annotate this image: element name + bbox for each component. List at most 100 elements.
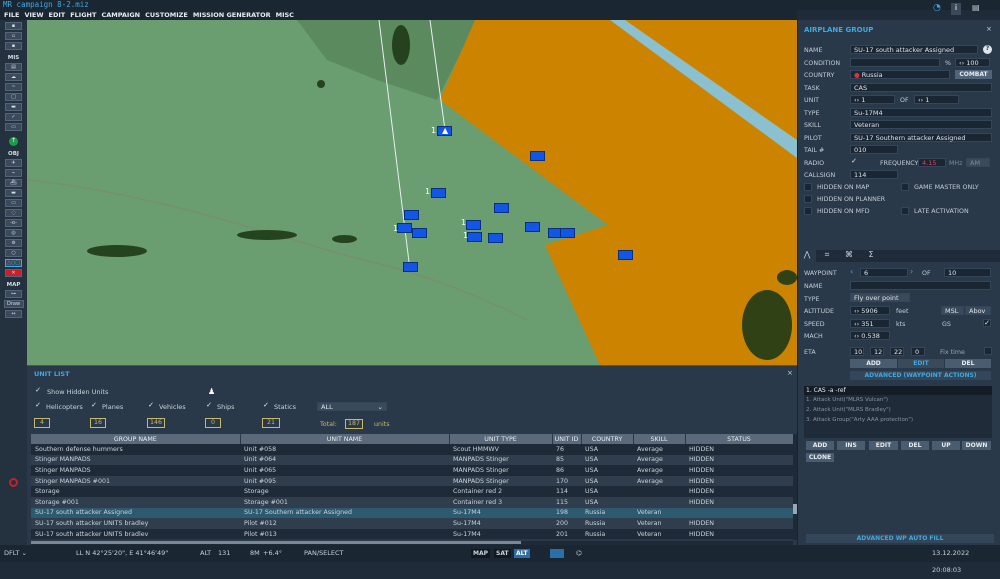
ruler-icon[interactable]: ⊶ <box>5 290 22 298</box>
game-master-only-checkbox[interactable] <box>901 183 909 191</box>
eta-minutes[interactable]: 12 <box>870 347 884 356</box>
unit-marker[interactable] <box>412 228 427 238</box>
tab-payload-icon[interactable]: ⌘ <box>840 250 858 262</box>
advanced-waypoint-actions-button[interactable]: ADVANCED (WAYPOINT ACTIONS) <box>850 371 991 380</box>
menu-campaign[interactable]: CAMPAIGN <box>101 10 140 20</box>
task-select[interactable]: CAS <box>850 83 992 92</box>
unit-marker[interactable] <box>431 188 446 198</box>
unit-marker[interactable] <box>618 250 633 260</box>
sam-unit-marker[interactable] <box>466 220 481 230</box>
unit-stepper[interactable]: ‹› 1 <box>850 95 895 104</box>
hidden-on-planner-checkbox[interactable] <box>804 195 812 203</box>
country-select[interactable]: ● Russia <box>850 70 950 79</box>
advanced-wp-auto-fill-button[interactable]: ADVANCED WP AUTO FILL <box>806 534 994 543</box>
action-item[interactable]: 2. Attack Unit("MLRS Bradley") <box>804 405 992 415</box>
tail-input[interactable]: 010 <box>850 145 898 154</box>
fix-time-checkbox[interactable] <box>984 347 992 355</box>
menu-flight[interactable]: FLIGHT <box>70 10 96 20</box>
zone-icon[interactable]: □ <box>5 93 22 101</box>
person-icon[interactable]: ♟ <box>208 387 215 396</box>
close-icon[interactable]: × <box>986 25 992 33</box>
action-add-button[interactable]: ADD <box>806 441 834 450</box>
type-select[interactable]: Su-17M4 <box>850 108 992 117</box>
menu-mission-generator[interactable]: MISSION GENERATOR <box>193 10 271 20</box>
info-icon[interactable]: i <box>951 3 961 15</box>
alt-ref-select[interactable]: MSL <box>941 306 964 315</box>
hidden-on-mfd-checkbox[interactable] <box>804 207 812 215</box>
skill-select[interactable]: Veteran <box>850 120 992 129</box>
helicopter-icon[interactable]: ⌁ <box>5 169 22 177</box>
tab-triggers-icon[interactable]: ⌗ <box>818 250 836 262</box>
delete-icon[interactable]: ✕ <box>5 269 22 277</box>
menu-misc[interactable]: MISC <box>276 10 294 20</box>
frequency-input[interactable]: 4.15 <box>918 158 946 167</box>
action-item[interactable]: 1. CAS -a -ref <box>804 386 992 395</box>
actions-list[interactable]: 1. CAS -a -ref 1. Attack Unit("MLRS Vulc… <box>804 386 992 438</box>
goals-icon[interactable]: ▬ <box>5 103 22 111</box>
action-item[interactable]: 1. Attack Unit("MLRS Vulcan") <box>804 395 992 405</box>
shapes-icon[interactable]: △○□ <box>5 259 22 267</box>
filter-statics-checkbox[interactable]: ✓ <box>262 402 270 410</box>
action-edit-button[interactable]: EDIT <box>869 441 898 450</box>
template-icon[interactable]: ◌ <box>5 209 22 217</box>
eta-hours[interactable]: 10 <box>850 347 864 356</box>
tab-route-icon[interactable]: ⋀ <box>798 250 816 262</box>
unit-marker[interactable] <box>560 228 575 238</box>
action-down-button[interactable]: DOWN <box>962 441 991 450</box>
target-icon[interactable]: ⊚ <box>5 239 22 247</box>
sam-unit-marker[interactable] <box>494 203 509 213</box>
modulation-select[interactable]: AM <box>966 158 990 167</box>
group-name-input[interactable]: SU-17 south attacker Assigned <box>850 45 978 54</box>
table-row[interactable]: Stinger MANPADS Unit #064 MANPADS Stinger 8… <box>31 454 793 466</box>
action-clone-button[interactable]: CLONE <box>806 453 834 462</box>
map-view-button[interactable]: MAP <box>471 549 491 558</box>
ship-icon[interactable]: ⛴ <box>5 179 22 187</box>
late-activation-checkbox[interactable] <box>901 207 909 215</box>
briefing-icon[interactable]: ▤ <box>5 63 22 71</box>
circle-zone-icon[interactable]: ◎ <box>5 229 22 237</box>
unit-total-stepper[interactable]: ‹› 1 <box>914 95 959 104</box>
action-item[interactable]: 3. Attack Group("Arty AAA protection") <box>804 415 992 425</box>
open-file-icon[interactable]: ▫ <box>5 32 22 40</box>
eta-seconds[interactable]: 22 <box>890 347 904 356</box>
layers-icon[interactable] <box>550 549 564 558</box>
unit-marker[interactable] <box>404 210 419 220</box>
coalition-select[interactable]: ALL ⌄ <box>317 402 387 411</box>
column-header[interactable]: COUNTRY <box>581 434 634 444</box>
table-row[interactable]: Southern defense hummers Unit #058 Scout H… <box>31 444 793 455</box>
condition-stepper[interactable]: ‹› 100 <box>955 58 990 67</box>
settings-icon[interactable]: ⌬ <box>576 545 582 562</box>
radio-checkbox[interactable]: ✓ <box>850 158 858 166</box>
callsign-input[interactable]: 114 <box>850 170 898 179</box>
airplane-unit-marker[interactable]: ▲ <box>437 126 452 136</box>
wp-edit-button[interactable]: EDIT <box>898 359 944 368</box>
show-hidden-checkbox[interactable]: ✓ <box>34 387 42 395</box>
gs-checkbox[interactable]: ✓ <box>983 319 991 327</box>
filter-planes-checkbox[interactable]: ✓ <box>90 402 98 410</box>
help-icon[interactable]: ? <box>983 45 992 54</box>
action-ins-button[interactable]: INS <box>837 441 865 450</box>
unit-marker[interactable] <box>397 223 412 233</box>
combat-button[interactable]: COMBAT <box>955 70 992 79</box>
action-del-button[interactable]: DEL <box>901 441 929 450</box>
table-row[interactable]: Stinger MANPADS #001 Unit #095 MANPADS Sti… <box>31 475 793 487</box>
table-row[interactable]: SU-17 south attacker UNITS bradley Pilot … <box>31 518 793 529</box>
table-row[interactable]: Storage #001 Storage #001 Container red 31… <box>31 496 793 508</box>
waypoint-select[interactable]: 6 <box>860 268 908 277</box>
alt-mode-select[interactable]: Abov <box>965 306 991 315</box>
map-view[interactable]: ▲ 1 1 1 1 1 <box>27 20 797 365</box>
hidden-on-map-checkbox[interactable] <box>804 183 812 191</box>
table-row[interactable]: SU-17 south attacker UNITS bradlev Pilot … <box>31 528 793 540</box>
column-header[interactable]: UNIT NAME <box>240 434 450 444</box>
altitude-stepper[interactable]: ‹› 5906 <box>850 306 890 315</box>
power-icon[interactable] <box>9 478 18 487</box>
next-waypoint-icon[interactable]: › <box>910 267 913 276</box>
weather-icon[interactable]: ☁ <box>5 73 22 81</box>
filter-vehicles-checkbox[interactable]: ✓ <box>147 402 155 410</box>
prev-waypoint-icon[interactable]: ‹ <box>850 267 853 276</box>
menu-view[interactable]: VIEW <box>24 10 43 20</box>
unit-marker[interactable] <box>467 232 482 242</box>
arrow-up-icon[interactable]: ↑ <box>9 137 18 146</box>
vehicle-icon[interactable]: ▬ <box>5 189 22 197</box>
wifi-icon[interactable]: ◔ <box>933 3 943 15</box>
